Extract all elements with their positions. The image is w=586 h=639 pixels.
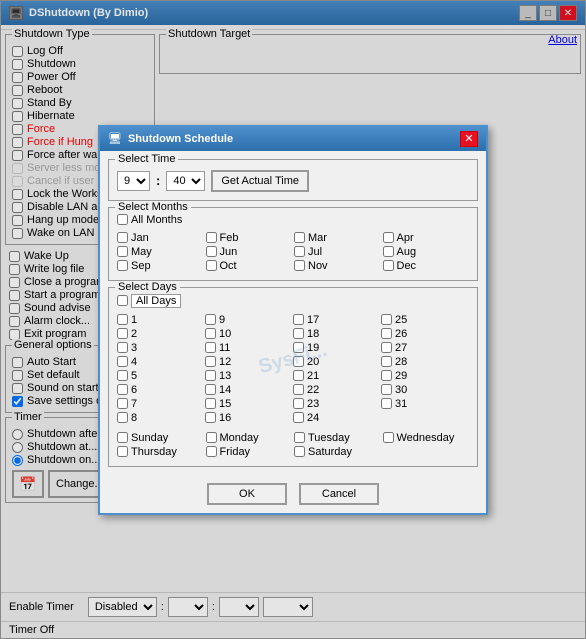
day-13[interactable]: 13 — [205, 370, 293, 382]
day-2[interactable]: 2 — [117, 328, 205, 340]
month-sep[interactable]: Sep — [117, 260, 204, 272]
month-nov[interactable]: Nov — [294, 260, 381, 272]
month-dec[interactable]: Dec — [383, 260, 470, 272]
month-oct[interactable]: Oct — [206, 260, 293, 272]
select-time-title: Select Time — [115, 153, 178, 165]
modal-buttons: OK Cancel — [100, 475, 486, 513]
day-1[interactable]: 1 — [117, 314, 205, 326]
modal-overlay: 🖥 Shutdown Schedule ✕ Select Time 9 : 40… — [0, 0, 586, 639]
days-grid: 1 9 17 25 2 10 18 26 3 11 19 27 4 12 — [117, 314, 469, 424]
weekday-monday[interactable]: Monday — [206, 432, 293, 444]
month-apr[interactable]: Apr — [383, 232, 470, 244]
hour-select[interactable]: 9 — [117, 171, 150, 191]
day-8[interactable]: 8 — [117, 412, 205, 424]
minute-select[interactable]: 40 — [166, 171, 205, 191]
weekday-thursday[interactable]: Thursday — [117, 446, 204, 458]
day-22[interactable]: 22 — [293, 384, 381, 396]
day-30[interactable]: 30 — [381, 384, 469, 396]
modal-title: Shutdown Schedule — [128, 133, 233, 145]
day-23[interactable]: 23 — [293, 398, 381, 410]
day-20[interactable]: 20 — [293, 356, 381, 368]
day-15[interactable]: 15 — [205, 398, 293, 410]
day-7[interactable]: 7 — [117, 398, 205, 410]
modal-icon: 🖥 — [108, 132, 122, 145]
day-4[interactable]: 4 — [117, 356, 205, 368]
day-31[interactable]: 31 — [381, 398, 469, 410]
months-grid: Jan Feb Mar Apr May Jun Jul Aug Sep Oct … — [117, 232, 469, 272]
select-days-group: Select Days All Days SysFi... 1 9 17 25 … — [108, 287, 478, 467]
day-10[interactable]: 10 — [205, 328, 293, 340]
time-colon: : — [156, 173, 160, 188]
day-14[interactable]: 14 — [205, 384, 293, 396]
day-6[interactable]: 6 — [117, 384, 205, 396]
day-26[interactable]: 26 — [381, 328, 469, 340]
month-feb[interactable]: Feb — [206, 232, 293, 244]
day-24[interactable]: 24 — [293, 412, 381, 424]
month-jan[interactable]: Jan — [117, 232, 204, 244]
all-months-checkbox[interactable] — [117, 214, 128, 225]
select-time-group: Select Time 9 : 40 Get Actual Time — [108, 159, 478, 201]
modal-close-button[interactable]: ✕ — [460, 131, 478, 147]
all-months-row: All Months — [117, 214, 469, 226]
weekday-tuesday[interactable]: Tuesday — [294, 432, 381, 444]
all-months-label: All Months — [131, 214, 182, 226]
day-17[interactable]: 17 — [293, 314, 381, 326]
all-days-row: All Days — [117, 294, 469, 308]
time-row: 9 : 40 Get Actual Time — [117, 170, 469, 192]
weekday-saturday[interactable]: Saturday — [294, 446, 381, 458]
month-jul[interactable]: Jul — [294, 246, 381, 258]
day-21[interactable]: 21 — [293, 370, 381, 382]
day-empty — [381, 412, 469, 424]
month-mar[interactable]: Mar — [294, 232, 381, 244]
cancel-button[interactable]: Cancel — [299, 483, 379, 505]
get-actual-time-button[interactable]: Get Actual Time — [211, 170, 309, 192]
month-may[interactable]: May — [117, 246, 204, 258]
weekday-wednesday[interactable]: Wednesday — [383, 432, 470, 444]
all-days-label: All Days — [131, 294, 181, 308]
select-days-title: Select Days — [115, 281, 180, 293]
modal-title-bar: 🖥 Shutdown Schedule ✕ — [100, 127, 486, 151]
day-5[interactable]: 5 — [117, 370, 205, 382]
weekday-friday[interactable]: Friday — [206, 446, 293, 458]
weekday-sunday[interactable]: Sunday — [117, 432, 204, 444]
month-aug[interactable]: Aug — [383, 246, 470, 258]
select-months-group: Select Months All Months Jan Feb Mar Apr… — [108, 207, 478, 281]
day-19[interactable]: 19 — [293, 342, 381, 354]
shutdown-schedule-modal: 🖥 Shutdown Schedule ✕ Select Time 9 : 40… — [98, 125, 488, 515]
weekdays-grid: Sunday Monday Tuesday Wednesday Thursday… — [117, 432, 469, 458]
day-9[interactable]: 9 — [205, 314, 293, 326]
day-12[interactable]: 12 — [205, 356, 293, 368]
day-11[interactable]: 11 — [205, 342, 293, 354]
day-29[interactable]: 29 — [381, 370, 469, 382]
select-months-title: Select Months — [115, 201, 191, 213]
modal-title-left: 🖥 Shutdown Schedule — [108, 132, 233, 145]
weekday-empty — [383, 446, 470, 458]
day-18[interactable]: 18 — [293, 328, 381, 340]
day-3[interactable]: 3 — [117, 342, 205, 354]
ok-button[interactable]: OK — [207, 483, 287, 505]
month-jun[interactable]: Jun — [206, 246, 293, 258]
modal-body: Select Time 9 : 40 Get Actual Time Selec… — [100, 151, 486, 475]
day-27[interactable]: 27 — [381, 342, 469, 354]
day-16[interactable]: 16 — [205, 412, 293, 424]
day-28[interactable]: 28 — [381, 356, 469, 368]
all-days-checkbox[interactable] — [117, 295, 128, 306]
day-25[interactable]: 25 — [381, 314, 469, 326]
